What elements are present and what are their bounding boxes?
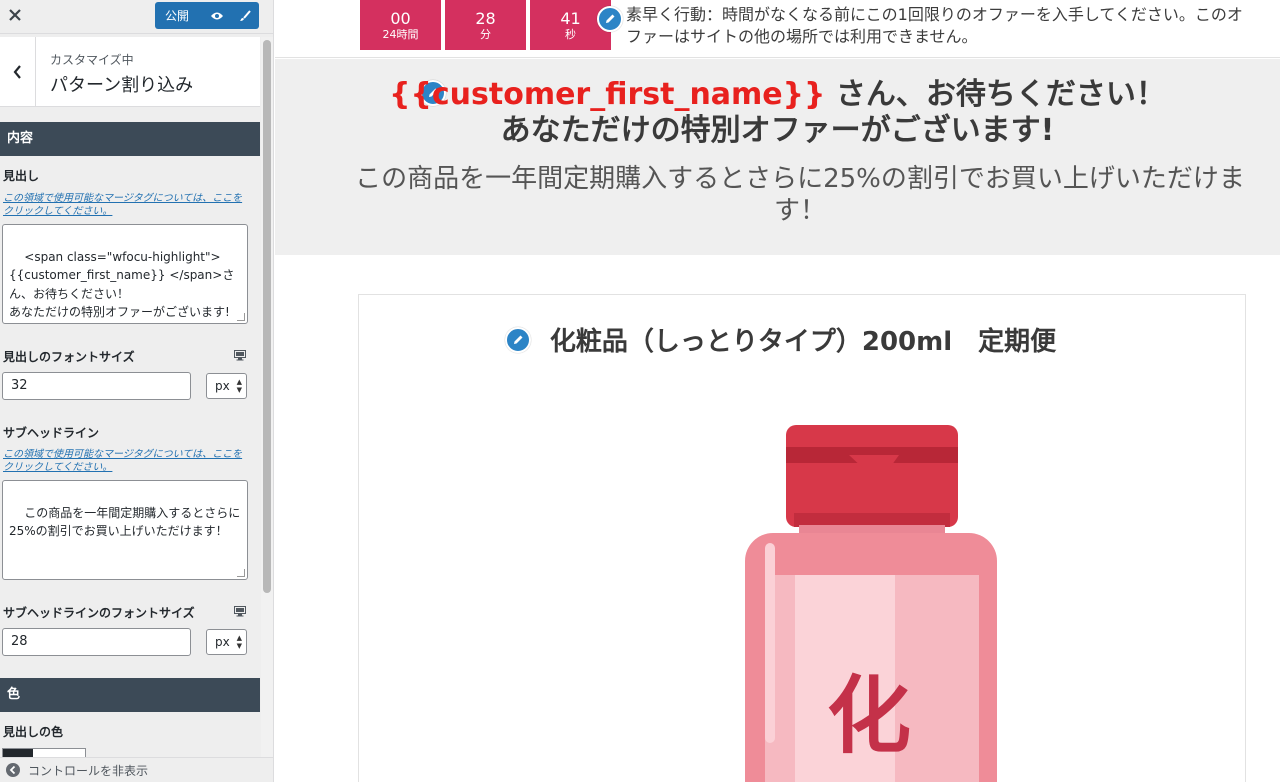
headline-text: さん、お待ちください！ [825, 77, 1166, 112]
headline-color-label: 見出しの色 [3, 725, 64, 739]
headline: {{customer_first_name}} さん、お待ちください！ あなただ… [315, 77, 1240, 149]
brush-icon [240, 9, 251, 21]
headline-unit-select[interactable]: px ▲ ▼ [206, 373, 247, 399]
customize-style-button[interactable] [231, 2, 259, 29]
section-content-header: 内容 [0, 122, 260, 156]
headline-merge-tags-link[interactable]: この領域で使用可能なマージタグについては、ここをクリックしてください。 [3, 192, 249, 218]
resize-grip[interactable] [237, 569, 245, 577]
preview-toggle-button[interactable] [203, 2, 231, 29]
section-color-header: 色 [0, 678, 260, 712]
cosmetic-bottle-image: 化 [745, 425, 997, 782]
customizer-sidebar: 公開 カスタマイズ中 パターン割り込み 内容 見出し この領域で使用可能なマージ… [0, 0, 274, 782]
back-button[interactable] [0, 37, 36, 107]
timer-minutes: 28 分 [445, 0, 526, 50]
timer-seconds-unit: 秒 [565, 28, 576, 41]
customizing-label: カスタマイズ中 [50, 53, 134, 67]
eye-icon [211, 12, 223, 19]
subheadline-textarea-value: この商品を一年間定期購入するとさらに25%の割引でお買い上げいただけます！ [9, 505, 241, 539]
timer-hours: 00 24時間 [360, 0, 441, 50]
headline-font-size-input[interactable]: 32 [2, 372, 191, 400]
sidebar-scrollbar-thumb[interactable] [263, 40, 271, 593]
timer-hours-unit: 24時間 [382, 28, 419, 41]
close-customizer-button[interactable] [0, 0, 30, 30]
headline-highlight: {{customer_first_name}} [389, 77, 826, 112]
select-arrows-icon: ▲ ▼ [236, 378, 242, 394]
subheadline-merge-tags-link[interactable]: この領域で使用可能なマージタグについては、ここをクリックしてください。 [3, 448, 249, 474]
bottle-label: 化 [827, 667, 911, 765]
urgency-bar: 00 24時間 28 分 41 秒 素早く行動：時間がなくなる前にこの1回限りの… [275, 0, 1280, 58]
close-icon [9, 9, 21, 21]
panel-title: パターン割り込み [50, 75, 194, 96]
urgency-message: 素早く行動：時間がなくなる前にこの1回限りのオファーを入手してください。このオフ… [626, 5, 1243, 46]
headline-textarea-value: <span class="wfocu-highlight"> {{custome… [9, 249, 235, 320]
edit-urgency-button[interactable] [597, 6, 623, 32]
headline-line-2: あなただけの特別オファーがございます! [500, 113, 1055, 148]
chevron-left-icon [13, 65, 21, 79]
publish-button[interactable]: 公開 [155, 7, 203, 24]
timer-minutes-unit: 分 [480, 28, 491, 41]
panel-header: カスタマイズ中 パターン割り込み [0, 37, 260, 107]
subheadline-font-size-input[interactable]: 28 [2, 628, 191, 656]
headline-label: 見出し [3, 169, 40, 183]
sidebar-top-bar: 公開 [0, 0, 273, 34]
headline-unit-value: px [215, 379, 230, 393]
product-card: 化粧品（しっとりタイプ）200ml 定期便 化 [358, 294, 1246, 782]
collapse-sidebar-button[interactable]: コントロールを非表示 [0, 757, 273, 782]
subheadline-unit-value: px [215, 635, 230, 649]
collapse-label: コントロールを非表示 [28, 763, 149, 778]
collapse-arrow-icon [6, 763, 20, 777]
subheadline-label: サブヘッドライン [3, 426, 100, 440]
resize-grip[interactable] [237, 313, 245, 321]
timer-hours-value: 00 [390, 9, 411, 28]
publish-button-group: 公開 [155, 2, 259, 29]
headline-section: {{customer_first_name}} さん、お待ちください！ あなただ… [275, 59, 1280, 255]
desktop-icon[interactable] [234, 606, 246, 617]
desktop-icon[interactable] [234, 350, 246, 361]
product-title: 化粧品（しっとりタイプ）200ml 定期便 [549, 327, 1057, 357]
subheadline: この商品を一年間定期購入するとさらに25%の割引でお買い上げいただけます！ [355, 164, 1245, 226]
headline-textarea[interactable]: <span class="wfocu-highlight"> {{custome… [2, 224, 248, 324]
timer-minutes-value: 28 [475, 9, 496, 28]
pencil-icon [606, 14, 615, 23]
subheadline-unit-select[interactable]: px ▲ ▼ [206, 629, 247, 655]
headline-font-size-label: 見出しのフォントサイズ [3, 350, 135, 364]
subheadline-textarea[interactable]: この商品を一年間定期購入するとさらに25%の割引でお買い上げいただけます！ [2, 480, 248, 580]
select-arrows-icon: ▲ ▼ [236, 634, 242, 650]
site-preview: 00 24時間 28 分 41 秒 素早く行動：時間がなくなる前にこの1回限りの… [275, 0, 1280, 782]
subheadline-font-size-label: サブヘッドラインのフォントサイズ [3, 606, 195, 620]
